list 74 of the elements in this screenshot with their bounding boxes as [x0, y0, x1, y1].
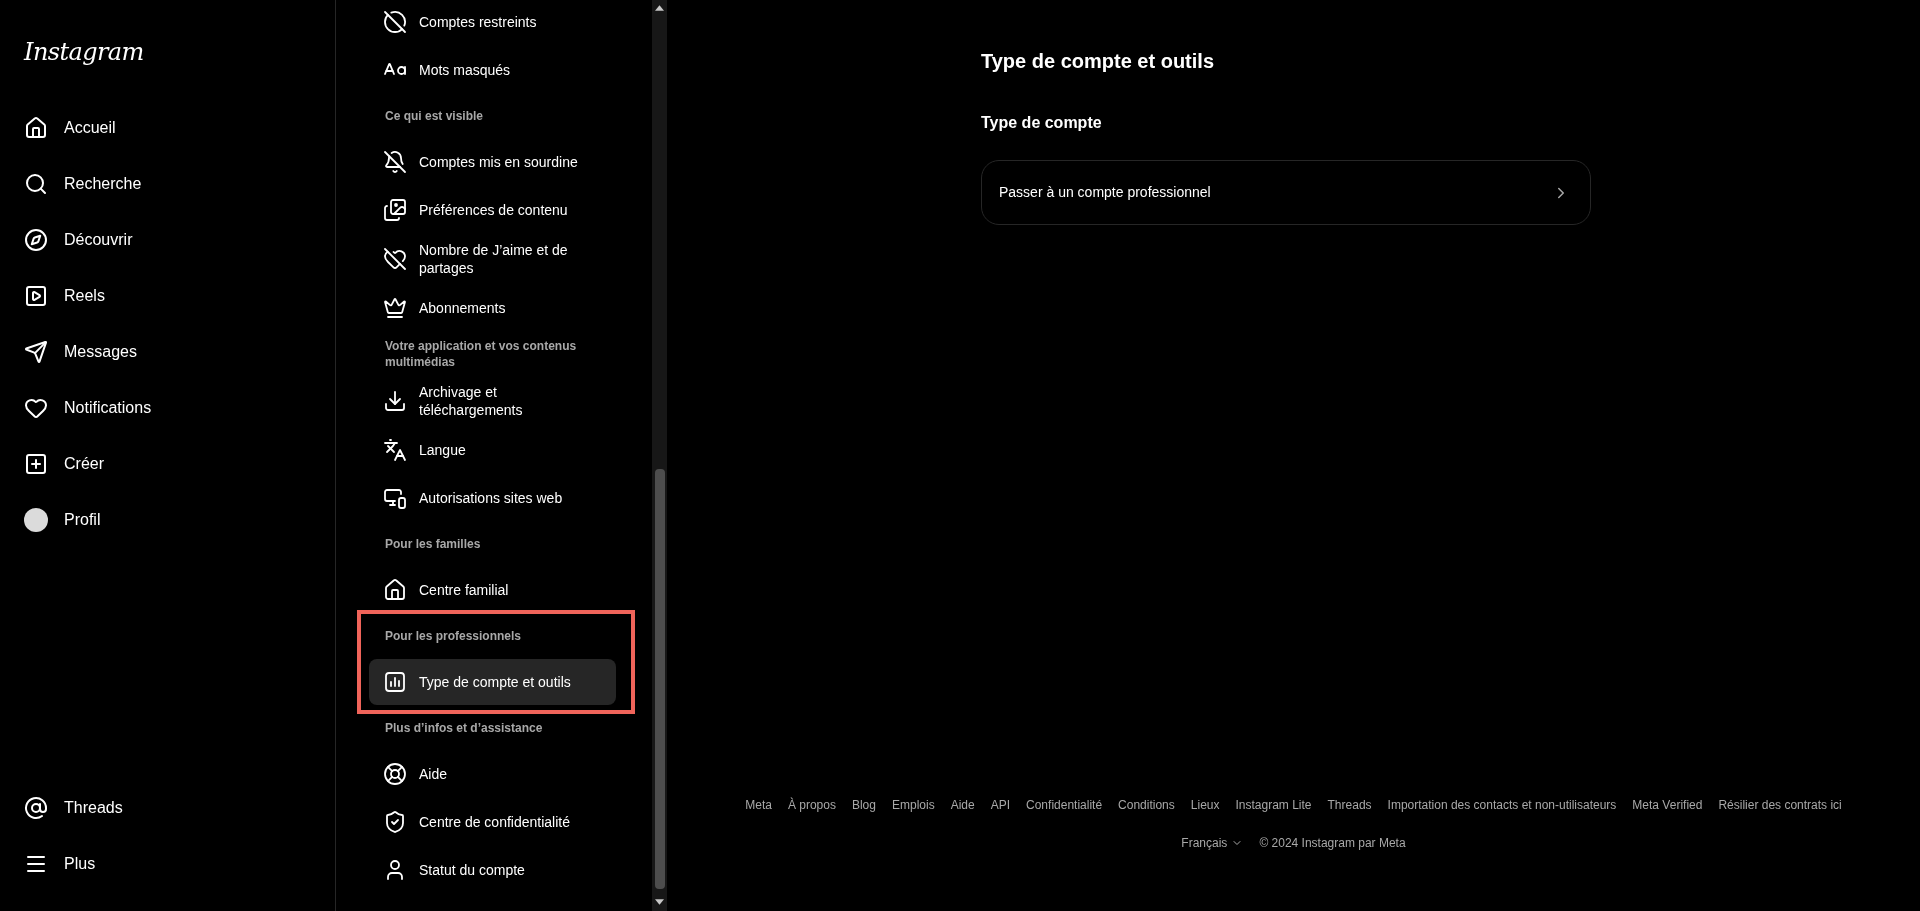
settings-item[interactable]: Préférences de contenu	[369, 187, 616, 233]
scroll-up-icon[interactable]	[655, 5, 664, 11]
paper-plane-icon	[24, 340, 48, 364]
footer-link[interactable]: Résilier des contrats ici	[1718, 796, 1842, 814]
nav-item[interactable]: Messages	[0, 324, 335, 380]
settings-item[interactable]: Statut du compte	[369, 847, 616, 893]
restricted-icon	[383, 10, 407, 34]
scrollbar-thumb[interactable]	[654, 469, 665, 889]
nav-item[interactable]: Recherche	[0, 156, 335, 212]
heart-icon	[24, 396, 48, 420]
nav-item[interactable]: Créer	[0, 436, 335, 492]
lifebuoy-icon	[383, 762, 407, 786]
settings-item[interactable]: Type de compte et outils	[369, 659, 616, 705]
scrollbar[interactable]	[652, 0, 667, 911]
translate-icon	[383, 438, 407, 462]
section-header: Pour les professionnels	[385, 628, 522, 644]
settings-item[interactable]: Abonnements	[369, 285, 616, 331]
settings-item[interactable]: Comptes mis en sourdine	[369, 139, 616, 185]
images-icon	[383, 198, 407, 222]
section-header: Ce qui est visible	[385, 108, 484, 124]
chart-icon	[383, 670, 407, 694]
at-sign-icon	[24, 796, 48, 820]
nav-item[interactable]: Profil	[0, 492, 335, 548]
footer-link[interactable]: Meta	[745, 796, 772, 814]
avatar-icon	[24, 508, 48, 532]
nav-item[interactable]: Reels	[0, 268, 335, 324]
footer-link[interactable]: Importation des contacts et non-utilisateurs	[1387, 796, 1617, 814]
settings-item[interactable]: Centre familial	[369, 567, 616, 613]
bell-off-icon	[383, 150, 407, 174]
footer-link[interactable]: Emplois	[891, 796, 935, 814]
nav-item[interactable]: Découvrir	[0, 212, 335, 268]
home-icon	[24, 116, 48, 140]
shield-icon	[383, 810, 407, 834]
copyright-text: © 2024 Instagram par Meta	[1259, 835, 1406, 852]
footer-link[interactable]: Aide	[950, 796, 975, 814]
footer-link[interactable]: Confidentialité	[1026, 796, 1103, 814]
nav-item[interactable]: Plus	[0, 836, 335, 892]
settings-item[interactable]: Autorisations sites web	[369, 475, 616, 521]
footer-link[interactable]: Threads	[1327, 796, 1372, 814]
switch-account-row[interactable]: Passer à un compte professionnel	[981, 160, 1591, 225]
footer-link[interactable]: Lieux	[1190, 796, 1220, 814]
settings-item[interactable]: Archivage et téléchargements	[369, 377, 616, 425]
nav-item[interactable]: Threads	[0, 780, 335, 836]
instagram-logo[interactable]: Instagram	[24, 38, 144, 66]
language-selector[interactable]: Français	[1181, 834, 1244, 852]
settings-item[interactable]: Aide	[369, 751, 616, 797]
settings-item[interactable]: Comptes restreints	[369, 0, 616, 45]
section-header: Plus d’infos et d’assistance	[385, 720, 543, 736]
devices-icon	[383, 486, 407, 510]
play-square-icon	[24, 284, 48, 308]
footer-link[interactable]: Conditions	[1118, 796, 1175, 814]
search-icon	[24, 172, 48, 196]
footer-link[interactable]: Blog	[851, 796, 876, 814]
house-icon	[383, 578, 407, 602]
section-header: Pour les familles	[385, 536, 481, 552]
footer-link[interactable]: Meta Verified	[1632, 796, 1703, 814]
compass-icon	[24, 228, 48, 252]
settings-item[interactable]: Centre de confidentialité	[369, 799, 616, 845]
section-header: Votre application et vos contenus multimédias	[385, 338, 578, 370]
footer-link[interactable]: API	[990, 796, 1011, 814]
footer-link[interactable]: Instagram Lite	[1235, 796, 1312, 814]
heart-off-icon	[383, 247, 407, 271]
download-icon	[383, 389, 407, 413]
scroll-down-icon[interactable]	[655, 899, 664, 905]
section-title: Type de compte	[981, 113, 1103, 133]
footer-link[interactable]: À propos	[787, 796, 836, 814]
nav-item[interactable]: Accueil	[0, 100, 335, 156]
nav-item[interactable]: Notifications	[0, 380, 335, 436]
settings-item[interactable]: Langue	[369, 427, 616, 473]
crown-icon	[383, 296, 407, 320]
plus-square-icon	[24, 452, 48, 476]
page-title: Type de compte et outils	[981, 49, 1215, 73]
settings-item[interactable]: Nombre de J’aime et de partages	[369, 235, 616, 283]
settings-item[interactable]: Mots masqués	[369, 47, 616, 93]
